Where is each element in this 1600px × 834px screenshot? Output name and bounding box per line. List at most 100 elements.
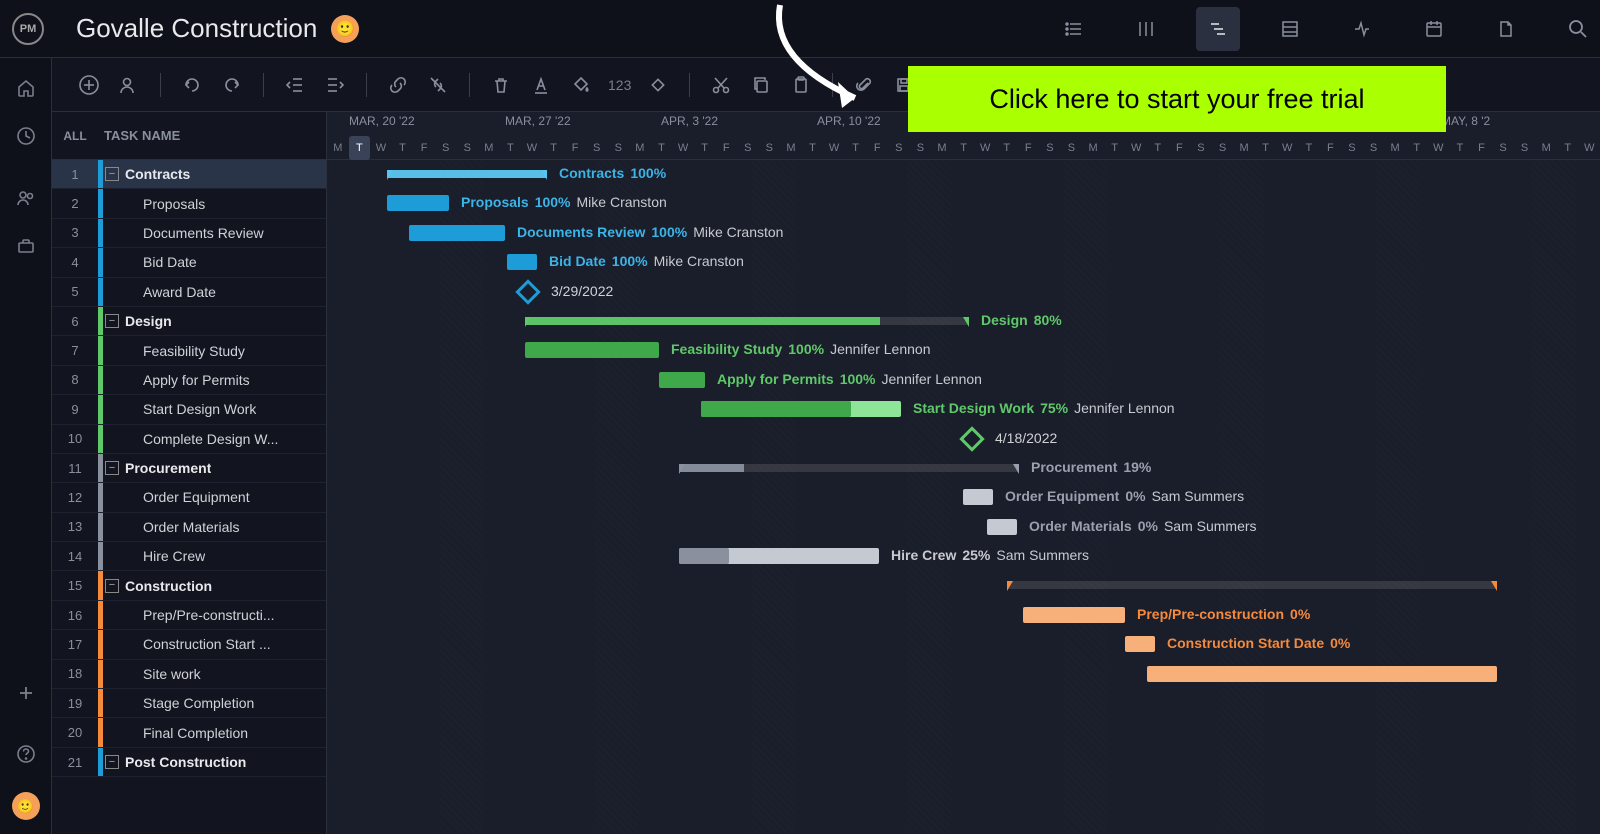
fill-color-icon[interactable] <box>568 72 594 98</box>
task-row[interactable]: 16Prep/Pre-constructi... <box>52 601 326 630</box>
task-row[interactable]: 20Final Completion <box>52 718 326 747</box>
task-bar[interactable] <box>659 372 705 388</box>
task-row[interactable]: 14Hire Crew <box>52 542 326 571</box>
day-label: S <box>586 136 608 160</box>
task-row[interactable]: 2Proposals <box>52 189 326 218</box>
task-row[interactable]: 4Bid Date <box>52 248 326 277</box>
task-bar[interactable] <box>525 342 659 358</box>
task-row[interactable]: 15−Construction <box>52 571 326 600</box>
unlink-icon[interactable] <box>425 72 451 98</box>
row-color-bar <box>98 366 103 394</box>
gantt-row: Order Materials0%Sam Summers <box>327 513 1600 542</box>
collapse-icon[interactable]: − <box>105 314 119 328</box>
month-label: MAY, 8 '2 <box>1441 114 1490 128</box>
collapse-icon[interactable]: − <box>105 461 119 475</box>
paste-icon[interactable] <box>788 72 814 98</box>
milestone-marker[interactable] <box>959 426 984 451</box>
board-view-icon[interactable] <box>1124 7 1168 51</box>
task-row[interactable]: 10Complete Design W... <box>52 425 326 454</box>
collapse-icon[interactable]: − <box>105 167 119 181</box>
milestone-icon[interactable] <box>645 72 671 98</box>
task-bar[interactable] <box>409 225 505 241</box>
text-format-icon[interactable] <box>528 72 554 98</box>
row-color-bar <box>98 542 103 570</box>
activity-view-icon[interactable] <box>1340 7 1384 51</box>
bar-percent: 25% <box>962 547 990 563</box>
task-row[interactable]: 3Documents Review <box>52 219 326 248</box>
task-row[interactable]: 7Feasibility Study <box>52 336 326 365</box>
attachment-icon[interactable] <box>851 72 877 98</box>
task-row[interactable]: 21−Post Construction <box>52 748 326 777</box>
assign-icon[interactable] <box>116 72 142 98</box>
calendar-view-icon[interactable] <box>1412 7 1456 51</box>
month-label: MAR, 20 '22 <box>349 114 415 128</box>
gantt-row <box>327 689 1600 718</box>
list-view-icon[interactable] <box>1052 7 1096 51</box>
indent-icon[interactable] <box>322 72 348 98</box>
add-task-icon[interactable] <box>76 72 102 98</box>
search-icon[interactable] <box>1568 19 1588 39</box>
row-color-bar <box>98 307 103 335</box>
task-bar[interactable] <box>1147 666 1497 682</box>
gantt-chart[interactable]: MAR, 20 '22MAR, 27 '22APR, 3 '22APR, 10 … <box>327 112 1600 834</box>
task-row[interactable]: 8Apply for Permits <box>52 366 326 395</box>
task-row[interactable]: 11−Procurement <box>52 454 326 483</box>
briefcase-icon[interactable] <box>16 236 36 256</box>
cut-icon[interactable] <box>708 72 734 98</box>
link-icon[interactable] <box>385 72 411 98</box>
user-avatar[interactable]: 🙂 <box>12 792 40 820</box>
collapse-icon[interactable]: − <box>105 579 119 593</box>
row-color-bar <box>98 395 103 423</box>
task-row[interactable]: 9Start Design Work <box>52 395 326 424</box>
help-icon[interactable] <box>16 744 36 764</box>
row-color-bar <box>98 454 103 482</box>
task-bar[interactable] <box>387 195 449 211</box>
summary-bar[interactable] <box>1007 581 1497 589</box>
gantt-row: Prep/Pre-construction0% <box>327 601 1600 630</box>
day-label: M <box>478 136 500 160</box>
day-label: M <box>1384 136 1406 160</box>
project-avatar[interactable]: 🙂 <box>331 15 359 43</box>
task-bar[interactable] <box>1023 607 1125 623</box>
col-header-all[interactable]: ALL <box>52 129 98 143</box>
task-row[interactable]: 12Order Equipment <box>52 483 326 512</box>
task-bar[interactable] <box>1125 636 1155 652</box>
undo-icon[interactable] <box>179 72 205 98</box>
task-row[interactable]: 19Stage Completion <box>52 689 326 718</box>
bar-assignee: Sam Summers <box>1152 488 1245 504</box>
file-view-icon[interactable] <box>1484 7 1528 51</box>
row-color-bar <box>98 718 103 746</box>
app-logo[interactable]: PM <box>12 13 44 45</box>
copy-icon[interactable] <box>748 72 774 98</box>
free-trial-cta[interactable]: Click here to start your free trial <box>908 66 1446 132</box>
day-label: T <box>651 136 673 160</box>
row-number: 18 <box>52 666 98 681</box>
task-row[interactable]: 1−Contracts <box>52 160 326 189</box>
row-color-bar <box>98 189 103 217</box>
task-row[interactable]: 13Order Materials <box>52 513 326 542</box>
task-row[interactable]: 18Site work <box>52 660 326 689</box>
task-bar[interactable] <box>507 254 537 270</box>
task-name: Construction <box>125 578 212 594</box>
team-icon[interactable] <box>16 188 36 208</box>
milestone-marker[interactable] <box>515 279 540 304</box>
row-number: 6 <box>52 314 98 329</box>
task-row[interactable]: 6−Design <box>52 307 326 336</box>
task-row[interactable]: 5Award Date <box>52 278 326 307</box>
bar-label: Proposals <box>461 194 529 210</box>
task-row[interactable]: 17Construction Start ... <box>52 630 326 659</box>
outdent-icon[interactable] <box>282 72 308 98</box>
add-icon[interactable] <box>17 684 35 702</box>
collapse-icon[interactable]: − <box>105 755 119 769</box>
bar-percent: 80% <box>1034 312 1062 328</box>
delete-icon[interactable] <box>488 72 514 98</box>
redo-icon[interactable] <box>219 72 245 98</box>
bar-label: Bid Date <box>549 253 606 269</box>
sheet-view-icon[interactable] <box>1268 7 1312 51</box>
home-icon[interactable] <box>16 78 36 98</box>
task-bar[interactable] <box>987 519 1017 535</box>
gantt-view-icon[interactable] <box>1196 7 1240 51</box>
task-bar[interactable] <box>963 489 993 505</box>
col-header-taskname[interactable]: TASK NAME <box>98 128 180 143</box>
recent-icon[interactable] <box>16 126 36 146</box>
